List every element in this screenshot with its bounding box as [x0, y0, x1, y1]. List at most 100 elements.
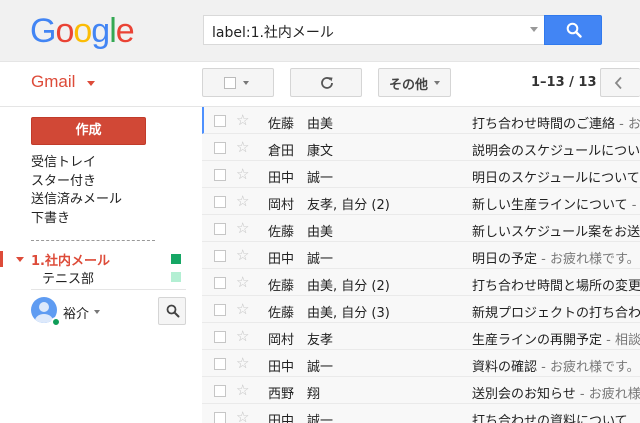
search-button[interactable] — [544, 15, 602, 45]
label-color-icon[interactable] — [171, 272, 181, 282]
mail-subject-line: 新しいスケジュール案をお送 — [472, 221, 640, 240]
mail-subject-line: 打ち合わせ時間のご連絡 - お疲れ様です。 — [472, 113, 640, 132]
row-checkbox[interactable] — [214, 169, 226, 181]
gmail-app-menu[interactable]: Gmail — [31, 72, 75, 92]
logo-letter: g — [91, 12, 110, 50]
compose-button[interactable]: 作成 — [31, 117, 146, 145]
mail-snippet: - お疲れ様です。 — [619, 117, 640, 132]
mail-sender: 田中 誠一 — [268, 171, 334, 186]
star-icon[interactable]: ☆ — [236, 246, 249, 264]
sidebar-item-label-active[interactable]: 1.社内メール — [31, 250, 110, 269]
mail-row[interactable]: ☆ 岡村 友孝, 自分 (2) 新しい生産ラインについて - お疲れ様です。 — [202, 188, 640, 215]
expand-label-icon[interactable] — [16, 257, 24, 262]
logo-letter: G — [30, 12, 56, 50]
more-actions-button[interactable]: その他 — [378, 68, 451, 97]
star-icon[interactable]: ☆ — [236, 408, 249, 423]
sidebar-item-starred[interactable]: スター付き — [31, 173, 122, 192]
more-actions-label: その他 — [389, 78, 429, 93]
mail-snippet: - お疲れ様です。 — [579, 387, 640, 402]
star-icon[interactable]: ☆ — [236, 354, 249, 372]
mail-row[interactable]: ☆ 佐藤 由美, 自分 (3) 新規プロジェクトの打ち合わせ — [202, 296, 640, 323]
search-input[interactable]: label:1.社内メール — [203, 15, 544, 45]
star-icon[interactable]: ☆ — [236, 111, 249, 129]
mail-row[interactable]: ☆ 佐藤 由美 打ち合わせ時間のご連絡 - お疲れ様です。 — [202, 107, 640, 134]
label-color-icon[interactable] — [171, 254, 181, 264]
mail-sender: 佐藤 由美, 自分 (2) — [268, 279, 390, 294]
mail-subject-line: 打ち合わせの資料について — [472, 410, 628, 423]
mail-subject: 新しい生産ラインについて — [472, 198, 628, 213]
user-name[interactable]: 裕介 — [63, 303, 89, 322]
mail-subject-line: 新規プロジェクトの打ち合わせ — [472, 302, 640, 321]
google-logo[interactable]: Google — [30, 12, 135, 51]
star-icon[interactable]: ☆ — [236, 273, 249, 291]
mail-row[interactable]: ☆ 岡村 友孝 生産ラインの再開予定 - 相談 — [202, 323, 640, 350]
chevron-down-icon — [434, 81, 440, 85]
search-query: label:1.社内メール — [212, 25, 334, 41]
star-icon[interactable]: ☆ — [236, 300, 249, 318]
mail-sender: 倉田 康文 — [268, 144, 334, 159]
mail-subject-line: 明日の予定 - お疲れ様です。 — [472, 248, 640, 267]
mail-subject-line: 資料の確認 - お疲れ様です。 — [472, 356, 640, 375]
mail-row[interactable]: ☆ 佐藤 由美 新しいスケジュール案をお送 — [202, 215, 640, 242]
star-icon[interactable]: ☆ — [236, 192, 249, 210]
star-icon[interactable]: ☆ — [236, 165, 249, 183]
row-checkbox[interactable] — [214, 277, 226, 289]
page-count: 1–13 / 13 — [531, 75, 597, 90]
refresh-button[interactable] — [290, 68, 362, 97]
older-button[interactable] — [600, 68, 640, 97]
mail-sender: 田中 誠一 — [268, 252, 334, 267]
mail-subject: 資料の確認 — [472, 360, 538, 375]
divider — [31, 289, 186, 290]
row-checkbox[interactable] — [214, 115, 226, 127]
mail-row[interactable]: ☆ 田中 誠一 打ち合わせの資料について — [202, 404, 640, 423]
top-bar: Google label:1.社内メール — [0, 0, 640, 62]
mail-snippet: - お疲れ様です。 — [537, 252, 640, 267]
mail-row[interactable]: ☆ 佐藤 由美, 自分 (2) 打ち合わせ時間と場所の変更 — [202, 269, 640, 296]
sidebar-item-sent[interactable]: 送信済みメール — [31, 191, 122, 210]
mail-subject-line: 打ち合わせ時間と場所の変更 — [472, 275, 640, 294]
star-icon[interactable]: ☆ — [236, 219, 249, 237]
search-icon — [566, 22, 582, 38]
select-all-button[interactable] — [202, 68, 274, 97]
mail-subject: 明日のスケジュールについて — [472, 171, 640, 186]
mail-sender: 田中 誠一 — [268, 360, 334, 375]
mail-subject-line: 説明会のスケジュールについ — [472, 140, 640, 159]
sidebar-item-inbox[interactable]: 受信トレイ — [31, 154, 122, 173]
chevron-down-icon — [87, 81, 95, 86]
divider — [31, 240, 155, 241]
sidebar-item-sublabel[interactable]: テニス部 — [42, 268, 94, 287]
row-checkbox[interactable] — [214, 142, 226, 154]
row-checkbox[interactable] — [214, 196, 226, 208]
star-icon[interactable]: ☆ — [236, 327, 249, 345]
mail-row[interactable]: ☆ 西野 翔 送別会のお知らせ - お疲れ様です。 — [202, 377, 640, 404]
sidebar-item-drafts[interactable]: 下書き — [31, 210, 122, 229]
chevron-down-icon[interactable] — [94, 310, 100, 314]
row-checkbox[interactable] — [214, 331, 226, 343]
mail-list: ☆ 佐藤 由美 打ち合わせ時間のご連絡 - お疲れ様です。 ☆ 倉田 康文 説明会のスケジ… — [202, 107, 640, 423]
mail-sender: 田中 誠一 — [268, 414, 334, 423]
mail-row[interactable]: ☆ 田中 誠一 資料の確認 - お疲れ様です。 — [202, 350, 640, 377]
mail-subject: 説明会のスケジュールについ — [472, 144, 640, 159]
star-icon[interactable]: ☆ — [236, 381, 249, 399]
mail-row[interactable]: ☆ 田中 誠一 明日のスケジュールについて — [202, 161, 640, 188]
row-checkbox[interactable] — [214, 385, 226, 397]
row-checkbox[interactable] — [214, 250, 226, 262]
mail-subject-line: 明日のスケジュールについて — [472, 167, 640, 186]
people-search-button[interactable] — [158, 297, 186, 325]
chevron-left-icon — [614, 76, 622, 90]
row-checkbox[interactable] — [214, 412, 226, 423]
logo-letter: e — [115, 12, 135, 50]
row-checkbox[interactable] — [214, 223, 226, 235]
search-options-icon[interactable] — [530, 27, 538, 32]
mail-row[interactable]: ☆ 倉田 康文 説明会のスケジュールについ — [202, 134, 640, 161]
active-indicator — [0, 251, 3, 267]
mail-row[interactable]: ☆ 田中 誠一 明日の予定 - お疲れ様です。 — [202, 242, 640, 269]
mail-sender: 岡村 友孝 — [268, 333, 334, 348]
mail-sender: 佐藤 由美 — [268, 225, 334, 240]
refresh-icon — [321, 77, 333, 89]
row-checkbox[interactable] — [214, 358, 226, 370]
mail-sender: 佐藤 由美 — [268, 117, 334, 132]
row-checkbox[interactable] — [214, 304, 226, 316]
mail-snippet: - お疲れ様です。 — [631, 198, 640, 213]
star-icon[interactable]: ☆ — [236, 138, 249, 156]
